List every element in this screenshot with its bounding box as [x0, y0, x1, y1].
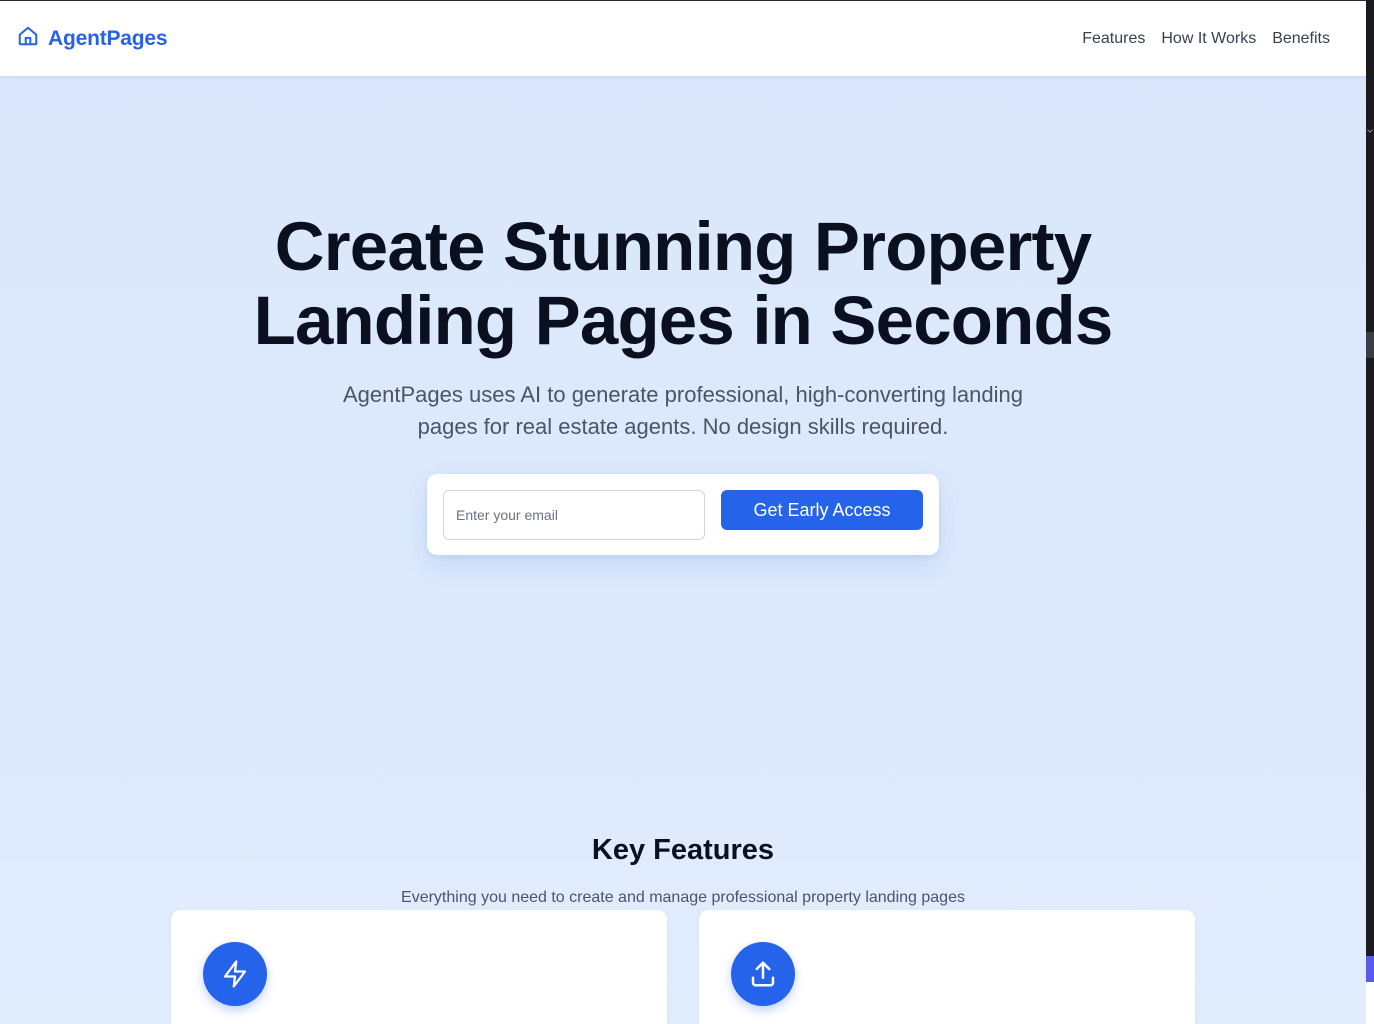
email-input[interactable] [443, 490, 705, 540]
brand-name: AgentPages [48, 26, 168, 50]
hero-subtitle: AgentPages uses AI to generate professio… [0, 379, 1366, 443]
window-edge-scrollbar [1366, 0, 1374, 1024]
brand-logo[interactable]: AgentPages [17, 25, 168, 52]
top-navbar: AgentPages Features How It Works Benefit… [0, 0, 1366, 76]
get-early-access-button[interactable]: Get Early Access [721, 490, 923, 530]
edge-accent [1366, 956, 1374, 982]
main-nav: Features How It Works Benefits [1082, 30, 1330, 48]
hero-subtitle-line-2: pages for real estate agents. No design … [417, 414, 949, 439]
nav-link-how-it-works[interactable]: How It Works [1161, 30, 1256, 48]
nav-link-features[interactable]: Features [1082, 30, 1145, 48]
signup-card: Get Early Access [427, 474, 939, 555]
lightning-icon [203, 942, 267, 1006]
hero-title-line-2: Landing Pages in Seconds [253, 282, 1114, 359]
features-heading: Key Features [591, 834, 775, 866]
home-icon [17, 25, 39, 52]
nav-link-benefits[interactable]: Benefits [1272, 30, 1330, 48]
page-viewport: AgentPages Features How It Works Benefit… [0, 0, 1366, 1024]
feature-card [171, 910, 667, 1024]
chevron-down-icon [1367, 127, 1373, 133]
hero-title-line-1: Create Stunning Property [274, 208, 1092, 285]
feature-card [699, 910, 1195, 1024]
scrollbar-thumb[interactable] [1366, 332, 1374, 358]
features-subheading: Everything you need to create and manage… [401, 889, 965, 906]
upload-icon [731, 942, 795, 1006]
edge-panel [1366, 982, 1374, 1024]
hero-subtitle-line-1: AgentPages uses AI to generate professio… [342, 382, 1023, 407]
hero-title: Create Stunning Property Landing Pages i… [0, 210, 1366, 358]
